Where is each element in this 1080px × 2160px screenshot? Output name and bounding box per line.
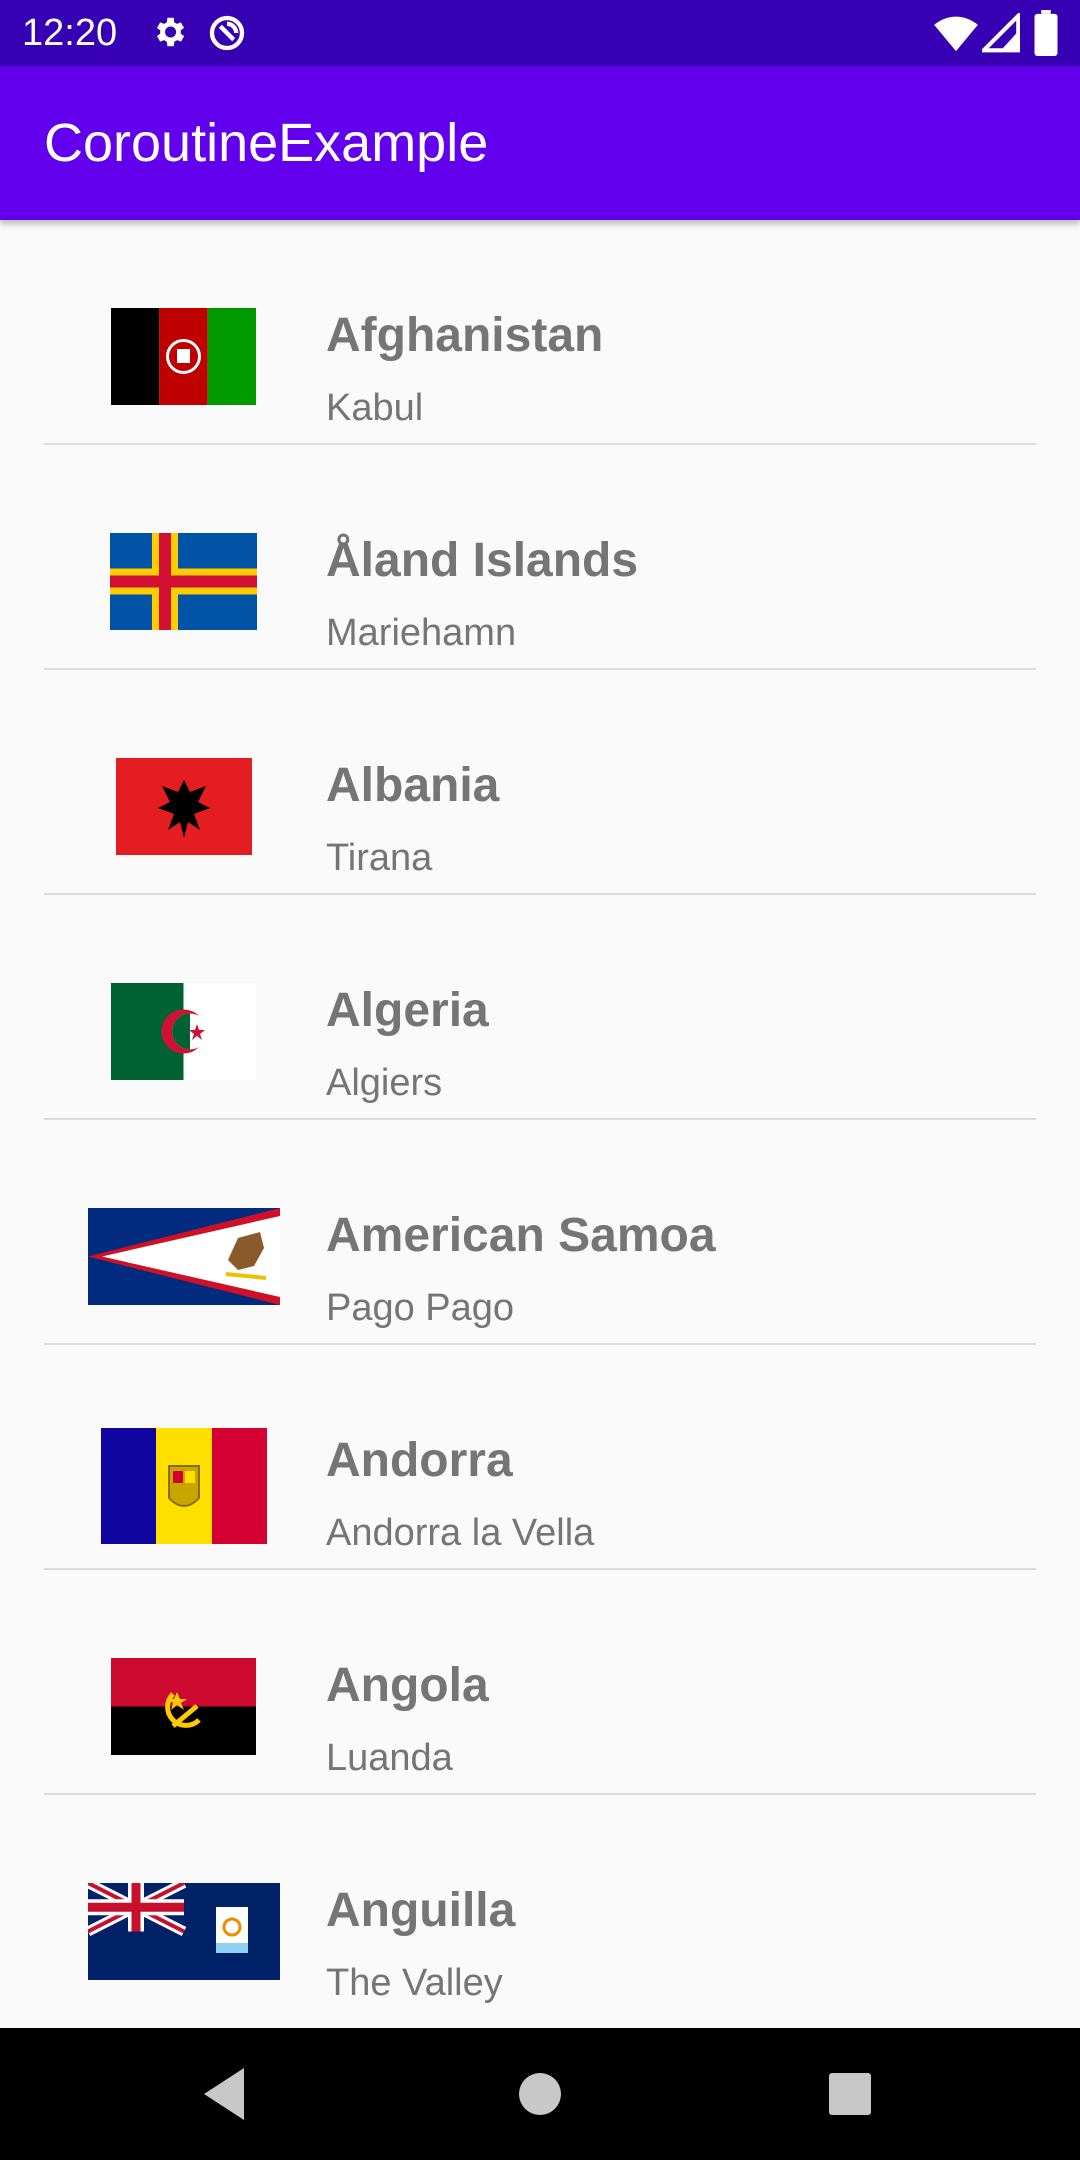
- country-name: Algeria: [326, 984, 489, 1037]
- capital-name: The Valley: [326, 1962, 503, 2004]
- country-name: Anguilla: [326, 1884, 516, 1937]
- flag-afghanistan: [111, 308, 256, 405]
- capital-name: Luanda: [326, 1737, 453, 1779]
- country-name: Angola: [326, 1659, 489, 1712]
- flag-angola: [111, 1658, 256, 1755]
- flag-american-samoa: [88, 1208, 280, 1305]
- flag-aland-islands: [110, 533, 257, 630]
- app-bar: CoroutineExample: [0, 66, 1080, 220]
- list-item[interactable]: Andorra Andorra la Vella: [44, 1345, 1036, 1570]
- gear-icon: [150, 13, 188, 56]
- country-list[interactable]: Afghanistan Kabul Åland Islands Marieham…: [0, 220, 1080, 2028]
- capital-name: Mariehamn: [326, 612, 517, 654]
- back-icon[interactable]: [200, 2064, 248, 2129]
- capital-name: Andorra la Vella: [326, 1512, 595, 1554]
- country-name: Åland Islands: [326, 534, 639, 587]
- list-item[interactable]: Anguilla The Valley: [44, 1795, 1036, 2020]
- navigation-bar: [0, 2028, 1080, 2160]
- country-name: Albania: [326, 759, 500, 812]
- capital-name: Algiers: [326, 1062, 443, 1104]
- data-saver-icon: [207, 13, 247, 58]
- capital-name: Pago Pago: [326, 1287, 515, 1329]
- home-icon[interactable]: [518, 2072, 562, 2121]
- wifi-icon: [934, 13, 978, 58]
- capital-name: Kabul: [326, 387, 424, 429]
- flag-algeria: [111, 983, 256, 1080]
- list-item[interactable]: Angola Luanda: [44, 1570, 1036, 1795]
- status-bar: 12:20: [0, 0, 1080, 66]
- list-item[interactable]: American Samoa Pago Pago: [44, 1120, 1036, 1345]
- list-item[interactable]: Afghanistan Kabul: [44, 220, 1036, 445]
- status-time: 12:20: [22, 12, 118, 54]
- signal-icon: [978, 10, 1021, 58]
- country-name: American Samoa: [326, 1209, 716, 1262]
- battery-icon: [1034, 10, 1058, 61]
- flag-andorra: [101, 1428, 267, 1544]
- capital-name: Tirana: [326, 837, 433, 879]
- country-name: Andorra: [326, 1434, 513, 1487]
- list-item[interactable]: Albania Tirana: [44, 670, 1036, 895]
- flag-albania: [116, 758, 252, 855]
- app-title: CoroutineExample: [44, 113, 489, 173]
- country-name: Afghanistan: [326, 309, 604, 362]
- recents-icon[interactable]: [829, 2073, 871, 2120]
- flag-anguilla: [85, 1878, 280, 1980]
- list-item[interactable]: Åland Islands Mariehamn: [44, 445, 1036, 670]
- list-item[interactable]: Algeria Algiers: [44, 895, 1036, 1120]
